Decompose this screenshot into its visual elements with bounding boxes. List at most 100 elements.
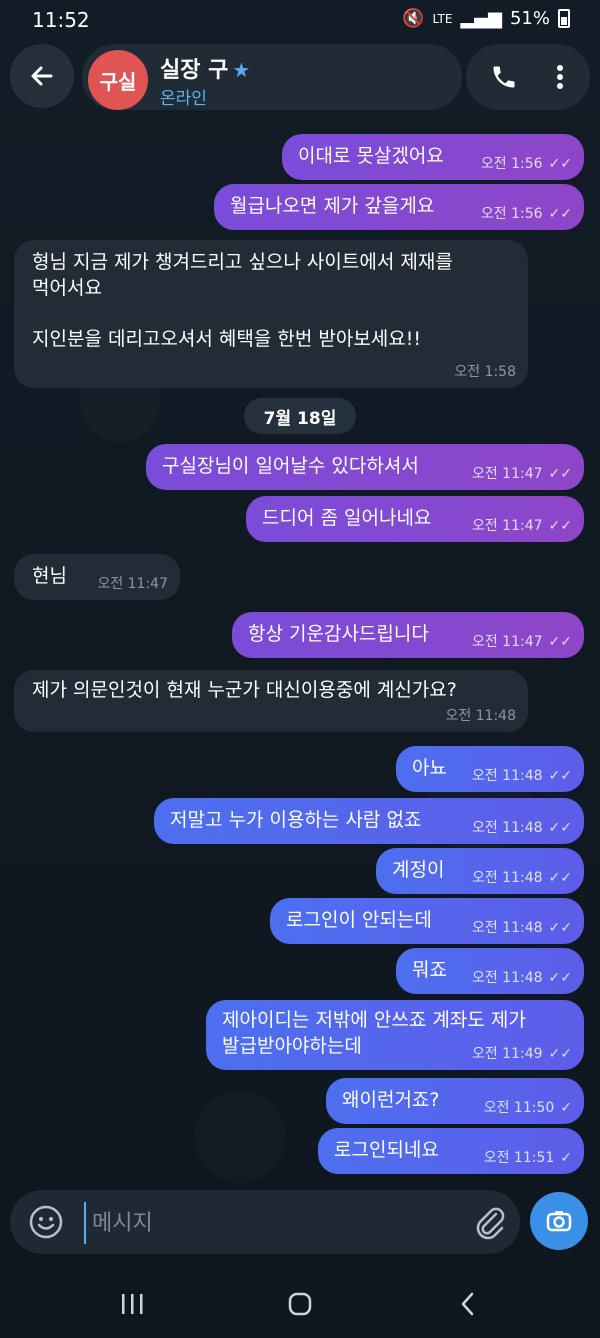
back-nav-button[interactable] bbox=[438, 1286, 498, 1322]
back-button[interactable] bbox=[10, 44, 74, 108]
message-meta: 오전 11:47 ✓✓ bbox=[472, 517, 572, 536]
double-check-icon: ✓✓ bbox=[548, 156, 572, 173]
message-time: 오전 11:48 bbox=[471, 768, 543, 785]
message-bubble-out[interactable]: 로그인이 안되는데 오전 11:48 ✓✓ bbox=[270, 898, 584, 944]
message-meta: 오전 11:49 ✓✓ bbox=[472, 1045, 572, 1064]
message-text: 월급나오면 제가 갚을게요 bbox=[230, 195, 435, 217]
message-bubble-out[interactable]: 항상 기운감사드립니다 오전 11:47 ✓✓ bbox=[232, 612, 584, 658]
smile-icon[interactable] bbox=[28, 1204, 64, 1240]
camera-icon bbox=[546, 1211, 572, 1232]
message-time: 오전 11:49 bbox=[471, 1046, 543, 1063]
more-vertical-icon bbox=[557, 65, 563, 89]
double-check-icon: ✓✓ bbox=[548, 206, 572, 223]
message-time: 오전 11:47 bbox=[471, 634, 543, 651]
message-bubble-in[interactable]: 현님 오전 11:47 bbox=[14, 554, 180, 600]
message-time: 오전 11:48 bbox=[471, 820, 543, 837]
call-button[interactable] bbox=[484, 57, 524, 97]
single-check-icon: ✓ bbox=[560, 1150, 572, 1167]
home-icon bbox=[288, 1292, 312, 1316]
double-check-icon: ✓✓ bbox=[548, 1046, 572, 1063]
system-nav-bar bbox=[0, 1270, 600, 1338]
star-icon: ★ bbox=[232, 58, 251, 82]
message-meta: 오전 11:48 ✓✓ bbox=[472, 919, 572, 938]
network-label: LTE bbox=[432, 11, 453, 26]
message-bubble-out[interactable]: 계정이 오전 11:48 ✓✓ bbox=[376, 848, 584, 894]
message-meta: 오전 11:51 ✓ bbox=[484, 1149, 572, 1168]
message-time: 오전 11:47 bbox=[97, 576, 168, 593]
message-meta: 오전 11:48 ✓✓ bbox=[472, 767, 572, 786]
message-bubble-out[interactable]: 구실장님이 일어날수 있다하셔서 오전 11:47 ✓✓ bbox=[146, 444, 584, 490]
double-check-icon: ✓✓ bbox=[548, 820, 572, 837]
contact-name: 실장 구 ★ bbox=[160, 52, 250, 84]
message-bubble-out[interactable]: 아뇨 오전 11:48 ✓✓ bbox=[396, 746, 584, 792]
message-text: 아뇨 bbox=[412, 757, 447, 779]
message-meta: 오전 11:47 bbox=[97, 575, 168, 594]
message-meta: 오전 11:50 ✓ bbox=[484, 1099, 572, 1118]
battery-icon bbox=[558, 9, 570, 28]
recents-button[interactable] bbox=[102, 1286, 162, 1322]
chat-header: 구실 실장 구 ★ 온라인 bbox=[0, 40, 600, 114]
message-text: 저말고 누가 이용하는 사람 없죠 bbox=[170, 809, 422, 831]
message-text: 왜이런거죠? bbox=[342, 1089, 440, 1111]
message-bubble-out[interactable]: 왜이런거죠? 오전 11:50 ✓ bbox=[326, 1078, 584, 1124]
message-text: 드디어 좀 일어나네요 bbox=[262, 507, 432, 529]
contact-info[interactable]: 구실 실장 구 ★ 온라인 bbox=[82, 44, 462, 110]
message-input[interactable] bbox=[84, 1202, 474, 1244]
message-bubble-out[interactable]: 뭐죠 오전 11:48 ✓✓ bbox=[396, 948, 584, 994]
message-meta: 오전 1:56 ✓✓ bbox=[481, 155, 572, 174]
message-time: 오전 1:56 bbox=[480, 156, 543, 173]
message-bubble-out[interactable]: 로그인되네요 오전 11:51 ✓ bbox=[318, 1128, 584, 1174]
double-check-icon: ✓✓ bbox=[548, 466, 572, 483]
message-time: 오전 11:48 bbox=[471, 970, 543, 987]
message-text: 뭐죠 bbox=[412, 959, 447, 981]
phone-icon bbox=[493, 66, 515, 88]
contact-name-text: 실장 구 bbox=[160, 58, 229, 83]
message-text: 제가 의문인것이 현재 누군가 대신이용중에 계신가요? bbox=[32, 679, 457, 701]
message-meta: 오전 11:48 bbox=[445, 707, 516, 726]
status-icons: 🔇 LTE ▂▄▆ 51% bbox=[402, 8, 570, 29]
message-time: 오전 11:48 bbox=[445, 708, 516, 725]
message-meta: 오전 11:47 ✓✓ bbox=[472, 465, 572, 484]
message-bubble-out[interactable]: 이대로 못살겠어요 오전 1:56 ✓✓ bbox=[282, 134, 584, 180]
message-composer bbox=[10, 1190, 520, 1254]
message-meta: 오전 1:58 bbox=[454, 363, 516, 382]
message-text: 계정이 bbox=[392, 859, 445, 881]
double-check-icon: ✓✓ bbox=[548, 768, 572, 785]
arrow-left-icon bbox=[31, 66, 53, 86]
message-bubble-in[interactable]: 제가 의문인것이 현재 누군가 대신이용중에 계신가요? 오전 11:48 bbox=[14, 670, 528, 732]
home-button[interactable] bbox=[270, 1286, 330, 1322]
contact-status: 온라인 bbox=[160, 89, 207, 109]
camera-button[interactable] bbox=[530, 1192, 588, 1250]
message-text: 항상 기운감사드립니다 bbox=[248, 623, 429, 645]
message-meta: 오전 11:48 ✓✓ bbox=[472, 969, 572, 988]
message-text: 구실장님이 일어날수 있다하셔서 bbox=[162, 455, 419, 477]
message-time: 오전 11:48 bbox=[471, 870, 543, 887]
double-check-icon: ✓✓ bbox=[548, 970, 572, 987]
paperclip-icon[interactable] bbox=[472, 1204, 508, 1240]
message-bubble-out[interactable]: 저말고 누가 이용하는 사람 없죠 오전 11:48 ✓✓ bbox=[154, 798, 584, 844]
double-check-icon: ✓✓ bbox=[548, 518, 572, 535]
message-time: 오전 1:58 bbox=[454, 364, 516, 381]
message-meta: 오전 11:48 ✓✓ bbox=[472, 819, 572, 838]
message-text: 형님 지금 제가 챙겨드리고 싶으나 사이트에서 제재를 먹어서요 지인분을 데… bbox=[32, 251, 453, 350]
message-time: 오전 11:51 bbox=[483, 1150, 555, 1167]
message-bubble-in[interactable]: 형님 지금 제가 챙겨드리고 싶으나 사이트에서 제재를 먹어서요 지인분을 데… bbox=[14, 240, 528, 388]
message-bubble-out[interactable]: 월급나오면 제가 갚을게요 오전 1:56 ✓✓ bbox=[214, 184, 584, 230]
status-bar: 11:52 🔇 LTE ▂▄▆ 51% bbox=[0, 0, 600, 40]
message-bubble-out[interactable]: 드디어 좀 일어나네요 오전 11:47 ✓✓ bbox=[246, 496, 584, 542]
recents-icon bbox=[122, 1294, 143, 1314]
double-check-icon: ✓✓ bbox=[548, 870, 572, 887]
message-text: 이대로 못살겠어요 bbox=[298, 145, 444, 167]
message-bubble-out[interactable]: 제아이디는 저밖에 안쓰죠 계좌도 제가 발급받아야하는데 오전 11:49 ✓✓ bbox=[206, 1000, 584, 1070]
battery-percent: 51% bbox=[509, 8, 550, 29]
double-check-icon: ✓✓ bbox=[548, 920, 572, 937]
signal-icon: ▂▄▆ bbox=[460, 8, 502, 29]
message-time: 오전 11:48 bbox=[471, 920, 543, 937]
message-time: 오전 1:56 bbox=[480, 206, 543, 223]
single-check-icon: ✓ bbox=[560, 1100, 572, 1117]
message-text: 로그인되네요 bbox=[334, 1139, 439, 1161]
avatar: 구실 bbox=[88, 50, 148, 110]
menu-button[interactable] bbox=[540, 57, 580, 97]
message-time: 오전 11:47 bbox=[471, 518, 543, 535]
message-meta: 오전 11:48 ✓✓ bbox=[472, 869, 572, 888]
